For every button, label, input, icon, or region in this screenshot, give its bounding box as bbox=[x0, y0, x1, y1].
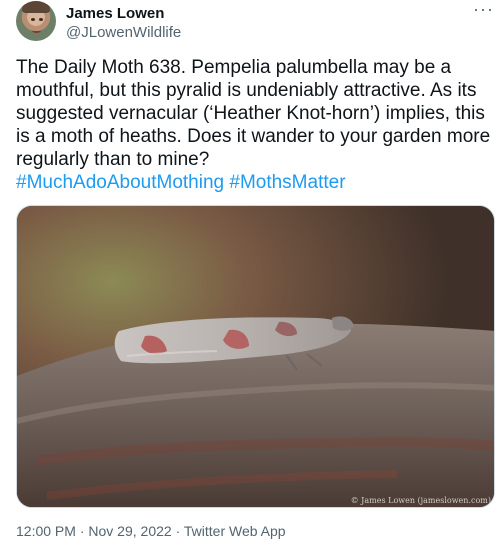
hashtag-link[interactable]: #MothsMatter bbox=[229, 172, 345, 193]
ellipsis-icon[interactable]: ··· bbox=[473, 0, 494, 18]
photo-watermark: © James Lowen (jameslowen.com) bbox=[351, 496, 491, 505]
tweet-body: The Daily Moth 638. Pempelia palumbella … bbox=[16, 57, 491, 170]
avatar-hair bbox=[22, 1, 50, 13]
tweet-text: The Daily Moth 638. Pempelia palumbella … bbox=[16, 56, 492, 194]
avatar-eye bbox=[31, 18, 35, 21]
tweet-header: James Lowen @JLowenWildlife ··· bbox=[0, 0, 504, 56]
author-name[interactable]: James Lowen bbox=[66, 5, 164, 23]
author-handle[interactable]: @JLowenWildlife bbox=[66, 24, 181, 42]
avatar-eye bbox=[39, 18, 43, 21]
tweet-photo[interactable]: © James Lowen (jameslowen.com) bbox=[16, 205, 495, 508]
avatar[interactable] bbox=[16, 1, 56, 41]
tweet-time[interactable]: 12:00 PM bbox=[16, 523, 76, 539]
meta-separator: · bbox=[171, 523, 184, 539]
tweet-source: Twitter Web App bbox=[183, 523, 286, 539]
hashtag-link[interactable]: #MuchAdoAboutMothing bbox=[16, 172, 224, 193]
meta-separator: · bbox=[75, 523, 89, 539]
tweet-date[interactable]: Nov 29, 2022 bbox=[88, 523, 171, 539]
avatar-mouth bbox=[32, 28, 41, 33]
tweet-meta: 12:00 PM · Nov 29, 2022 · Twitter Web Ap… bbox=[16, 522, 286, 540]
moth-photo: © James Lowen (jameslowen.com) bbox=[17, 206, 494, 507]
